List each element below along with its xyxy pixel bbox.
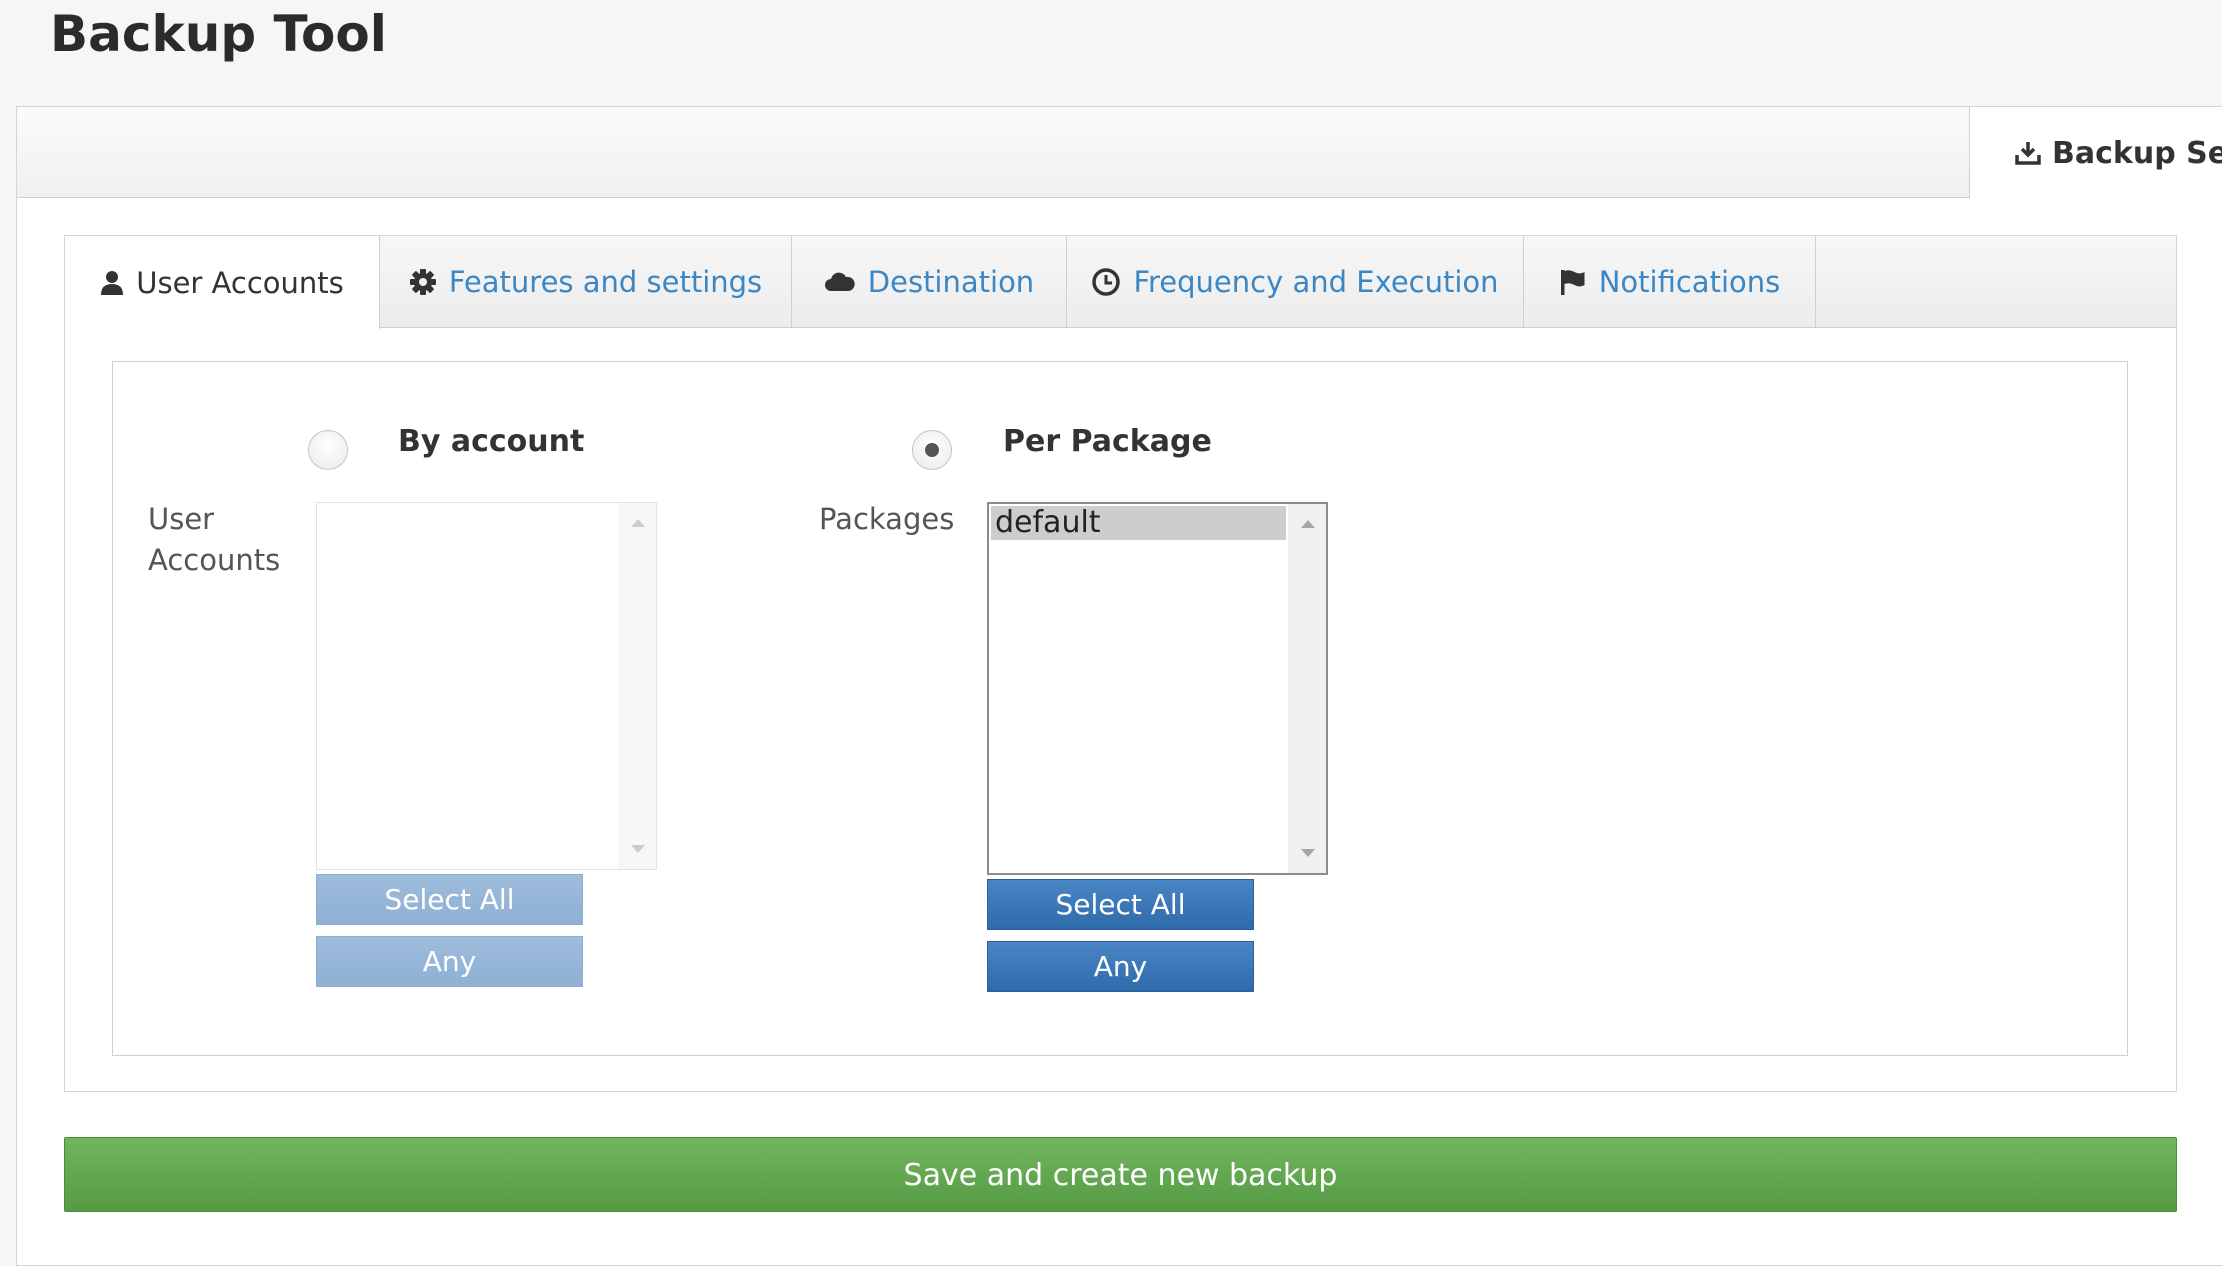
gear-icon: [409, 269, 436, 295]
panel-header: [17, 107, 1969, 198]
tab-features-and-settings[interactable]: Features and settings: [380, 236, 792, 328]
tab-user-accounts[interactable]: User Accounts: [65, 236, 380, 329]
scroll-up-arrow-icon[interactable]: [1301, 520, 1315, 528]
by-account-radio[interactable]: [308, 430, 348, 470]
packages-scrollbar[interactable]: [1288, 504, 1326, 873]
packages-select-all-button[interactable]: Select All: [987, 879, 1254, 930]
tab-notifications[interactable]: Notifications: [1524, 236, 1816, 328]
clock-icon: [1092, 268, 1121, 296]
tab-destination[interactable]: Destination: [792, 236, 1067, 328]
tab-bar: User Accounts Features and settings Dest…: [65, 236, 2176, 329]
scroll-up-arrow-icon[interactable]: [631, 519, 645, 527]
tab-features-and-settings-label: Features and settings: [448, 265, 763, 299]
per-package-label: Per Package: [1003, 424, 1212, 459]
tab-frequency-and-execution-label: Frequency and Execution: [1133, 265, 1499, 299]
tab-backup-settings-label: Backup Sett: [2052, 135, 2222, 171]
backup-settings-panel: Backup Sett User Accounts: [16, 106, 2222, 1266]
user-icon: [101, 270, 124, 295]
flag-icon: [1560, 270, 1585, 295]
cloud-icon: [824, 272, 855, 291]
save-and-create-backup-button[interactable]: Save and create new backup: [64, 1137, 2177, 1212]
scroll-down-arrow-icon[interactable]: [1301, 849, 1315, 857]
user-accounts-tab-panel: By account Per Package User Accounts Sel…: [112, 361, 2128, 1056]
tab-user-accounts-label: User Accounts: [136, 265, 344, 300]
user-accounts-select-all-button[interactable]: Select All: [316, 874, 583, 925]
packages-option[interactable]: default: [991, 506, 1286, 540]
scroll-down-arrow-icon[interactable]: [631, 845, 645, 853]
page-title: Backup Tool: [50, 5, 387, 63]
user-accounts-label: User Accounts: [148, 502, 281, 577]
download-icon: [2015, 142, 2041, 165]
packages-label: Packages: [819, 502, 955, 536]
user-accounts-listbox[interactable]: [316, 502, 657, 870]
tab-destination-label: Destination: [867, 265, 1035, 299]
packages-listbox[interactable]: default: [987, 502, 1328, 875]
tab-notifications-label: Notifications: [1598, 265, 1781, 299]
by-account-label: By account: [398, 424, 585, 459]
tab-backup-settings[interactable]: Backup Sett: [1969, 107, 2222, 199]
user-accounts-any-button[interactable]: Any: [316, 936, 583, 987]
settings-tabs: User Accounts Features and settings Dest…: [64, 235, 2177, 1092]
per-package-radio[interactable]: [912, 430, 952, 470]
user-accounts-scrollbar[interactable]: [618, 503, 656, 869]
tab-frequency-and-execution[interactable]: Frequency and Execution: [1067, 236, 1524, 328]
packages-any-button[interactable]: Any: [987, 941, 1254, 992]
